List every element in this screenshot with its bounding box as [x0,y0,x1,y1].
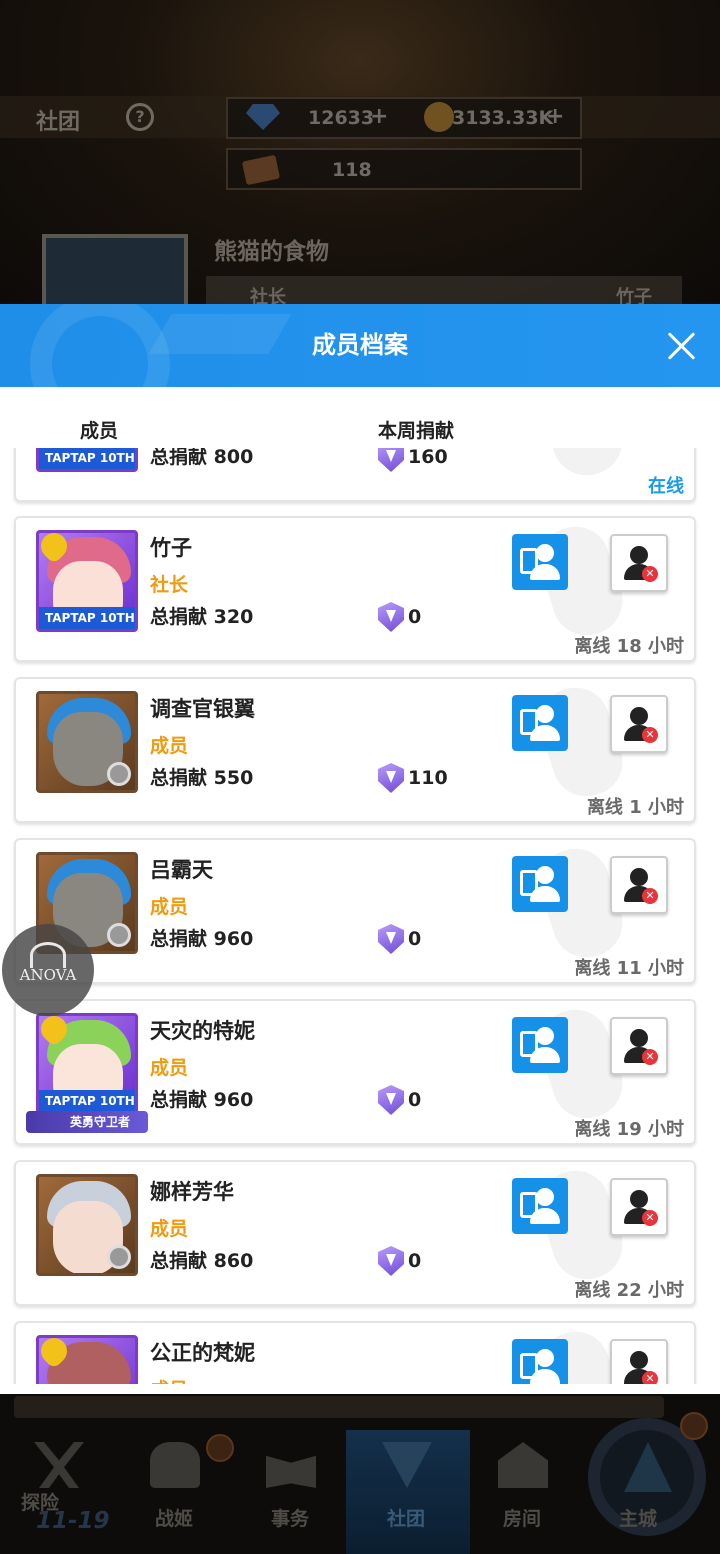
modal-header: 成员档案 [0,304,720,387]
member-card: 吕霸天 成员 总捐献 960 0 ✕ 离线 11 小时 [14,838,696,984]
kick-member-button[interactable]: ✕ [610,534,668,592]
member-avatar[interactable]: TAPTAP 10TH [36,448,138,472]
total-donation: 总捐献 960 [150,928,254,950]
notification-badge [680,1412,708,1440]
donation-gem-icon [378,602,404,632]
card-watermark [530,448,632,485]
offline-status: 离线 18 小时 [574,636,684,657]
crossed-swords-icon [34,1442,84,1488]
club-name: 熊猫的食物 [214,239,329,265]
total-donation: 总捐献 800 [150,448,254,468]
gold-coin-icon [424,102,454,132]
ticket-currency-box [226,148,582,190]
member-name: 公正的梵妮 [150,1341,255,1365]
member-role: 成员 [150,1057,189,1079]
member-card: 公正的梵妮 成员 ✕ [14,1321,696,1384]
member-role: 成员 [150,735,189,757]
member-name: 吕霸天 [150,858,213,882]
magnifier-icon [107,1245,131,1269]
member-role: 成员 [150,896,189,918]
close-icon[interactable] [664,328,700,364]
column-header-member: 成员 [80,420,119,442]
member-name: 调查官银翼 [150,697,255,721]
view-profile-button[interactable] [512,1339,568,1384]
anova-watermark-logo: ANOVA [2,924,94,1016]
member-role: 社长 [150,574,189,596]
house-icon [498,1442,548,1488]
hero-guardian-badge: 英勇守卫者 [26,1111,148,1133]
club-screen: 社团 ? 12633 + 3133.33K + 118 熊猫的食物 社长 竹子 … [0,0,720,1554]
total-donation: 总捐献 550 [150,767,254,789]
member-name: 竹子 [150,536,192,560]
taptap-badge: TAPTAP 10TH [39,607,135,629]
taptap-badge: TAPTAP 10TH [39,1090,135,1112]
view-profile-button[interactable] [512,534,568,590]
donation-gem-icon [378,763,404,793]
add-gems-button[interactable]: + [370,104,388,129]
offline-status: 离线 11 小时 [574,958,684,979]
nav-main-city[interactable]: 主城 [580,1432,696,1550]
view-profile-button[interactable] [512,856,568,912]
member-avatar[interactable] [36,1174,138,1276]
member-avatar[interactable] [36,1335,138,1384]
donation-gem-icon [378,448,404,472]
stage-number: 11-19 [36,1508,110,1534]
gold-count: 3133.33K [452,107,554,129]
magnifier-icon [107,762,131,786]
donation-gem-icon [378,924,404,954]
member-avatar[interactable] [36,691,138,793]
total-donation: 总捐献 860 [150,1250,254,1272]
column-header-weekly-donation: 本周捐献 [378,420,455,442]
member-role: 成员 [150,1375,188,1384]
add-gold-button[interactable]: + [546,104,564,129]
nav-club[interactable]: 社团 [348,1432,464,1550]
member-card: 调查官银翼 成员 总捐献 550 110 ✕ 离线 1 小时 [14,677,696,823]
member-list[interactable]: TAPTAP 10TH 总捐献 800 160 在线 TAPTAP 10TH 竹… [0,448,720,1384]
member-card: TAPTAP 10TH 英勇守卫者 天灾的特妮 成员 总捐献 960 0 ✕ 离… [14,999,696,1145]
nav-room[interactable]: 房间 [464,1432,580,1550]
view-profile-button[interactable] [512,695,568,751]
offline-status: 离线 1 小时 [586,797,684,818]
kick-member-button[interactable]: ✕ [610,695,668,753]
total-donation: 总捐献 320 [150,606,254,628]
online-status: 在线 [648,476,684,497]
offline-status: 离线 19 小时 [574,1119,684,1140]
member-card: TAPTAP 10TH 总捐献 800 160 在线 [14,448,696,502]
view-profile-button[interactable] [512,1178,568,1234]
people-icon [150,1442,200,1488]
kick-member-button[interactable]: ✕ [610,1017,668,1075]
nav-top-strip [14,1396,664,1418]
ticket-count: 118 [332,159,372,181]
taptap-badge: TAPTAP 10TH [39,448,135,469]
notification-badge [206,1434,234,1462]
member-profile-modal: 成员档案 成员 本周捐献 TAPTAP 10TH 总捐献 800 160 在线 [0,304,720,1394]
club-emblem [42,234,188,314]
gem-count: 12633 [308,107,375,129]
club-emblem-icon [382,1442,432,1488]
donation-gem-icon [378,1246,404,1276]
member-role: 成员 [150,1218,189,1240]
nav-affairs[interactable]: 事务 [232,1432,348,1550]
kick-member-button[interactable]: ✕ [610,856,668,914]
book-icon [266,1455,316,1488]
magnifier-icon [107,923,131,947]
member-avatar[interactable]: TAPTAP 10TH [36,1013,138,1115]
member-avatar[interactable]: TAPTAP 10TH [36,530,138,632]
wing-icon [30,942,66,968]
section-title: 社团 [36,110,81,135]
member-card: 娜样芳华 成员 总捐献 860 0 ✕ 离线 22 小时 [14,1160,696,1306]
donation-gem-icon [378,1085,404,1115]
member-card: TAPTAP 10TH 竹子 社长 总捐献 320 0 ✕ 离线 18 小时 [14,516,696,662]
kick-member-button[interactable]: ✕ [610,1339,668,1384]
help-icon[interactable]: ? [126,103,154,131]
view-profile-button[interactable] [512,1017,568,1073]
offline-status: 离线 22 小时 [574,1280,684,1301]
total-donation: 总捐献 960 [150,1089,254,1111]
member-name: 天灾的特妮 [150,1019,255,1043]
kick-member-button[interactable]: ✕ [610,1178,668,1236]
member-name: 娜样芳华 [150,1180,234,1204]
modal-title: 成员档案 [312,331,408,359]
